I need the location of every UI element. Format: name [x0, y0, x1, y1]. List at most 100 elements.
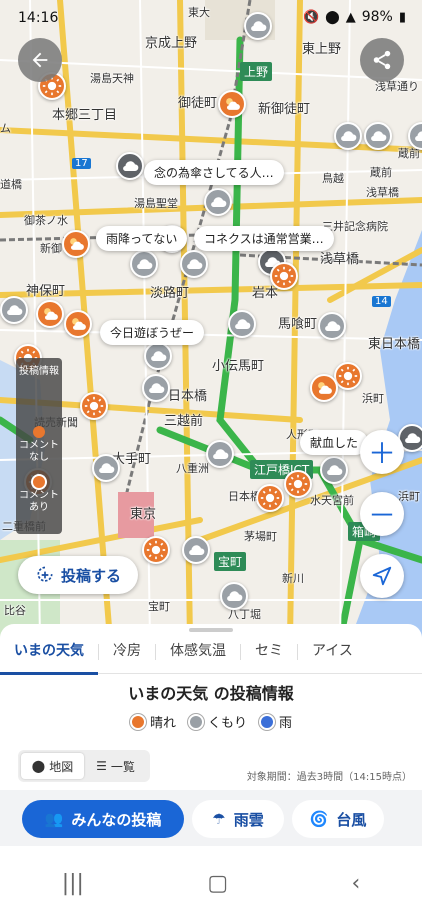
sunny-marker-icon[interactable] [270, 262, 298, 290]
legend-item-no-comment: コメントなし [16, 426, 62, 464]
add-post-icon [37, 566, 53, 582]
map-label: 東上野 [302, 42, 342, 57]
map-view-toggle[interactable]: ⬤ 地図 [21, 753, 84, 779]
home-icon[interactable]: ▢ [207, 871, 228, 896]
cloudy-marker-icon[interactable] [334, 122, 362, 150]
battery-level: 98% [361, 9, 393, 25]
list-view-toggle[interactable]: ☰ 一覧 [84, 753, 147, 779]
map-label: 小伝馬町 [212, 359, 265, 374]
map-label: 東日本橋 [368, 337, 421, 352]
status-time: 14:16 [18, 10, 59, 26]
share-button[interactable] [360, 38, 404, 82]
comment-bubble[interactable]: 今日遊ぼうぜー [100, 320, 205, 345]
tab-cicada[interactable]: セミ [241, 638, 297, 674]
cloudy-marker-icon[interactable] [320, 456, 348, 484]
rain-icon [259, 713, 275, 730]
status-icons: 🔇 ⬤ ▲ 98% ▮ [303, 9, 406, 25]
map-label: 蔵前 [370, 166, 392, 179]
legend-rain: 雨 [259, 712, 292, 731]
map-label: 湯島聖堂 [134, 197, 178, 210]
sunny-marker-icon[interactable] [256, 484, 284, 512]
zoom-in-button[interactable]: ＋ [360, 430, 404, 474]
cloudy-marker-icon[interactable] [244, 12, 272, 40]
everyone-posts-button[interactable]: 👥 みんなの投稿 [22, 800, 184, 838]
cloudy-marker-icon[interactable] [228, 310, 256, 338]
location-icon: ⬤ [325, 9, 340, 25]
partly-cloudy-marker-icon[interactable] [218, 90, 246, 118]
cloudy-marker-icon[interactable] [206, 440, 234, 468]
cloudy-marker-icon[interactable] [182, 536, 210, 564]
map-label: 新川 [282, 572, 304, 585]
map-label: 三越前 [164, 414, 204, 429]
cloudy-marker-icon[interactable] [92, 454, 120, 482]
map-label: 八重洲 [176, 462, 209, 475]
sunny-marker-icon[interactable] [334, 362, 362, 390]
tab-feels-like[interactable]: 体感気温 [156, 638, 240, 674]
cloudy-marker-icon[interactable] [180, 250, 208, 278]
cloudy-marker-icon[interactable] [0, 296, 28, 324]
map-label: 本郷三丁目 [52, 108, 118, 123]
cloudy-marker-icon[interactable] [318, 312, 346, 340]
map-label: 御茶ノ水 [24, 214, 68, 227]
partly-cloudy-marker-icon[interactable] [62, 230, 90, 258]
zoom-out-button[interactable]: － [360, 492, 404, 536]
post-button-label: 投稿する [60, 566, 121, 585]
cloudy-marker-icon[interactable] [130, 250, 158, 278]
back-button[interactable] [18, 38, 62, 82]
map-label: 神保町 [26, 284, 66, 299]
map-label: 茅場町 [244, 530, 277, 543]
comment-bubble[interactable]: コネクスは通常営業… [194, 226, 334, 251]
cloudy-marker-icon[interactable] [142, 374, 170, 402]
people-icon: 👥 [44, 810, 64, 828]
map-label: 淡路町 [150, 286, 190, 301]
rain-cloud-button[interactable]: ☂ 雨雲 [192, 800, 284, 838]
cloudy-marker-icon[interactable] [364, 122, 392, 150]
recent-apps-icon[interactable]: ||| [62, 871, 84, 896]
map-label: 宝町 [148, 600, 170, 613]
map-label: 新御 [40, 242, 62, 255]
weather-map[interactable]: 14:16 🔇 ⬤ ▲ 98% ▮ 京成上野 東上野 湯島天神 御徒町 新御徒町 本郷三丁… [0, 0, 422, 640]
legend-sunny: 晴れ [129, 712, 176, 731]
map-label: 新御徒町 [258, 102, 311, 117]
mute-icon: 🔇 [302, 9, 320, 25]
map-label: 東大 [188, 6, 210, 19]
map-label: 浅草橋 [366, 186, 399, 199]
partly-cloudy-marker-icon[interactable] [36, 300, 64, 328]
map-label: 京成上野 [145, 36, 198, 51]
cloudy-marker-icon[interactable] [116, 152, 144, 180]
cloudy-marker-icon[interactable] [220, 582, 248, 610]
comment-bubble[interactable]: 雨降ってない [96, 226, 188, 251]
map-label: 御徒町 [178, 96, 218, 111]
navigation-arrow-icon [372, 566, 392, 586]
status-bar: 14:16 🔇 ⬤ ▲ 98% ▮ [0, 0, 422, 36]
cloudy-marker-icon[interactable] [204, 188, 232, 216]
map-label: 上野 [240, 62, 273, 81]
my-location-button[interactable] [360, 554, 404, 598]
sheet-handle[interactable] [189, 628, 233, 632]
back-nav-icon[interactable]: ‹ [351, 871, 360, 896]
cloudy-marker-icon[interactable] [144, 342, 172, 370]
comment-bubble[interactable]: 献血した [300, 430, 369, 455]
map-label: 鳥越 [322, 172, 344, 185]
legend-title: 投稿情報 [19, 366, 59, 377]
map-label: 浜町 [398, 490, 420, 503]
cloud-icon [187, 713, 204, 730]
post-button[interactable]: 投稿する [18, 556, 138, 594]
sunny-marker-icon[interactable] [284, 470, 312, 498]
battery-icon: ▮ [398, 9, 406, 25]
partly-cloudy-marker-icon[interactable] [310, 374, 338, 402]
arrow-left-icon [32, 52, 48, 68]
comment-bubble[interactable]: 念の為傘さしてる人… [144, 160, 284, 185]
weather-legend: 晴れ くもり 雨 [0, 712, 422, 731]
bottom-sheet: いまの天気 冷房 体感気温 セミ アイス いまの天気 の投稿情報 晴れ くもり … [0, 624, 422, 906]
tab-ice-cream[interactable]: アイス [298, 638, 367, 674]
partly-cloudy-marker-icon[interactable] [64, 310, 92, 338]
map-label: 14 [372, 296, 391, 307]
period-text: 対象期間：過去3時間（14:15時点） [246, 772, 412, 783]
sunny-marker-icon[interactable] [142, 536, 170, 564]
tab-current-weather[interactable]: いまの天気 [0, 638, 98, 675]
tab-air-conditioning[interactable]: 冷房 [99, 638, 155, 674]
typhoon-icon: 🌀 [309, 810, 329, 828]
sunny-marker-icon[interactable] [80, 392, 108, 420]
typhoon-button[interactable]: 🌀 台風 [292, 800, 384, 838]
